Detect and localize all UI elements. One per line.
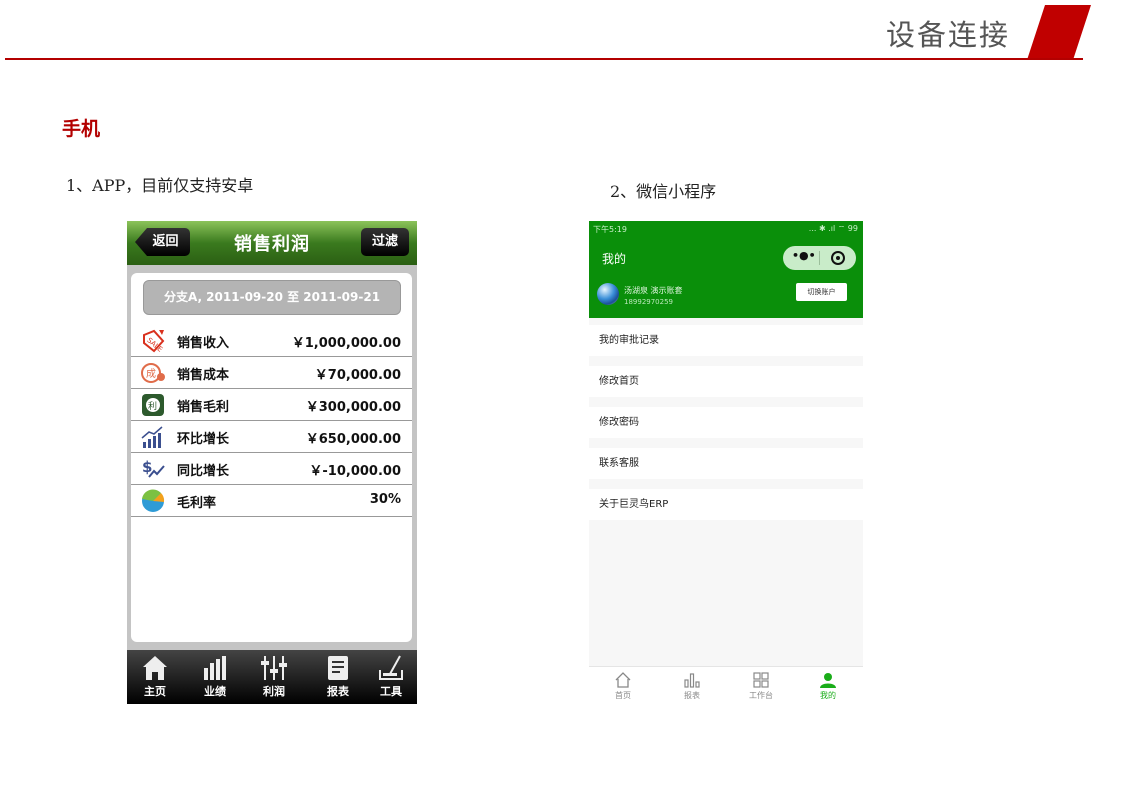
tab-workbench[interactable]: 工作台 — [736, 671, 786, 701]
android-app-screen: 返回 销售利润 过滤 分支A, 2011-09-20 至 2011-09-21 … — [127, 221, 417, 704]
sliders-icon — [261, 656, 287, 680]
app-tab-bar: 主页 业绩 利润 报表 工具 — [127, 650, 417, 704]
app-header: 返回 销售利润 过滤 — [127, 221, 417, 265]
menu-item-edit-home[interactable]: 修改首页 — [589, 366, 863, 397]
tab-label: 业绩 — [204, 685, 226, 698]
wechat-mini-program-screen: 下午5:19 ... ✱ .ıl ⌔ 99 我的 •●• 汤湖泉 演示账套 18… — [589, 221, 863, 707]
metric-value: ￥70,000.00 — [314, 368, 401, 383]
capsule-menu[interactable]: •●• — [783, 246, 856, 270]
mini-menu: 我的审批记录 修改首页 修改密码 联系客服 关于巨灵鸟ERP — [589, 325, 863, 530]
svg-text:利: 利 — [148, 400, 157, 412]
metric-row-mom-growth[interactable]: 环比增长 ￥650,000.00 — [131, 421, 412, 453]
status-time: 下午5:19 — [593, 225, 627, 234]
user-phone: 18992970259 — [624, 298, 673, 306]
tab-profit[interactable]: 利润 — [246, 654, 302, 699]
metric-label: 同比增长 — [177, 464, 230, 479]
metric-value: ￥1,000,000.00 — [291, 336, 401, 351]
metric-row-sales-income[interactable]: SALE 销售收入 ￥1,000,000.00 — [131, 325, 412, 357]
metric-label: 销售成本 — [177, 368, 230, 383]
growth-chart-icon — [141, 426, 163, 448]
mini-title: 我的 — [602, 252, 627, 266]
metric-label: 毛利率 — [177, 496, 217, 511]
home-icon — [143, 656, 167, 680]
tab-label: 我的 — [820, 691, 836, 700]
menu-item-change-password[interactable]: 修改密码 — [589, 407, 863, 438]
tab-label: 首页 — [615, 691, 631, 700]
status-indicators: ... ✱ .ıl ⌔ 99 — [808, 224, 858, 233]
metric-value: ￥300,000.00 — [305, 400, 401, 415]
tab-label: 报表 — [684, 691, 700, 700]
report-icon — [328, 656, 348, 680]
grid-icon — [753, 672, 769, 688]
metric-row-gross-margin[interactable]: 毛利率 30% — [131, 485, 412, 517]
tab-label: 利润 — [263, 685, 285, 698]
slide-title: 设备连接 — [886, 18, 1011, 52]
tab-label: 工具 — [380, 685, 402, 698]
caption-app: 1、APP，目前仅支持安卓 — [66, 176, 254, 195]
tab-label: 报表 — [327, 685, 349, 698]
menu-item-contact-support[interactable]: 联系客服 — [589, 448, 863, 479]
home-outline-icon — [615, 672, 631, 688]
tab-reports[interactable]: 报表 — [667, 671, 717, 701]
tools-icon — [379, 655, 403, 680]
metric-value: 30% — [369, 492, 401, 507]
metric-row-gross-profit[interactable]: 利 销售毛利 ￥300,000.00 — [131, 389, 412, 421]
metric-label: 环比增长 — [177, 432, 230, 447]
sale-tag-icon: SALE — [143, 329, 165, 353]
caption-mini-program: 2、微信小程序 — [610, 182, 717, 201]
metric-label: 销售收入 — [177, 336, 230, 351]
menu-item-approval-records[interactable]: 我的审批记录 — [589, 325, 863, 356]
capsule-divider — [819, 251, 820, 265]
tab-home[interactable]: 主页 — [127, 654, 183, 699]
metric-value: ￥650,000.00 — [305, 432, 401, 447]
svg-text:成: 成 — [146, 368, 156, 380]
user-name: 汤湖泉 演示账套 — [624, 286, 683, 295]
metrics-list: SALE 销售收入 ￥1,000,000.00 成 销售成本 ￥70,000.0… — [131, 325, 412, 517]
metric-label: 销售毛利 — [177, 400, 230, 415]
user-icon — [820, 673, 836, 688]
metric-row-sales-cost[interactable]: 成 销售成本 ￥70,000.00 — [131, 357, 412, 389]
report-bars-icon — [684, 673, 700, 688]
profit-icon: 利 — [142, 394, 164, 416]
sales-profit-card: 分支A, 2011-09-20 至 2011-09-21 SALE 销售收入 ￥… — [131, 273, 412, 642]
switch-account-button[interactable]: 切换账户 — [796, 283, 847, 301]
metric-row-yoy-growth[interactable]: $ 同比增长 ￥-10,000.00 — [131, 453, 412, 485]
dollar-trend-icon: $ — [142, 458, 165, 478]
metric-value: ￥-10,000.00 — [309, 464, 401, 479]
avatar — [597, 283, 619, 305]
cost-icon: 成 — [141, 363, 165, 383]
mini-header: 下午5:19 ... ✱ .ıl ⌔ 99 我的 •●• 汤湖泉 演示账套 18… — [589, 221, 863, 318]
pie-icon — [142, 489, 165, 512]
title-divider — [5, 58, 1083, 60]
filter-button[interactable]: 过滤 — [361, 228, 409, 256]
tab-label: 主页 — [144, 685, 166, 698]
tab-mine[interactable]: 我的 — [803, 671, 853, 701]
tab-reports[interactable]: 报表 — [310, 654, 366, 699]
tab-home[interactable]: 首页 — [598, 671, 648, 701]
date-range-bar[interactable]: 分支A, 2011-09-20 至 2011-09-21 — [143, 280, 401, 315]
tab-label: 工作台 — [749, 691, 773, 700]
mini-tab-bar: 首页 报表 工作台 我的 — [589, 666, 863, 707]
app-body: 分支A, 2011-09-20 至 2011-09-21 SALE 销售收入 ￥… — [127, 265, 417, 650]
tab-performance[interactable]: 业绩 — [187, 654, 243, 699]
menu-item-about[interactable]: 关于巨灵鸟ERP — [589, 489, 863, 520]
tab-tools[interactable]: 工具 — [363, 654, 417, 699]
more-dots-icon[interactable]: •●• — [792, 249, 816, 262]
bar-chart-icon — [204, 656, 226, 680]
close-circle-icon[interactable] — [831, 251, 845, 265]
title-accent-shape — [1027, 5, 1091, 60]
section-title: 手机 — [62, 118, 101, 140]
